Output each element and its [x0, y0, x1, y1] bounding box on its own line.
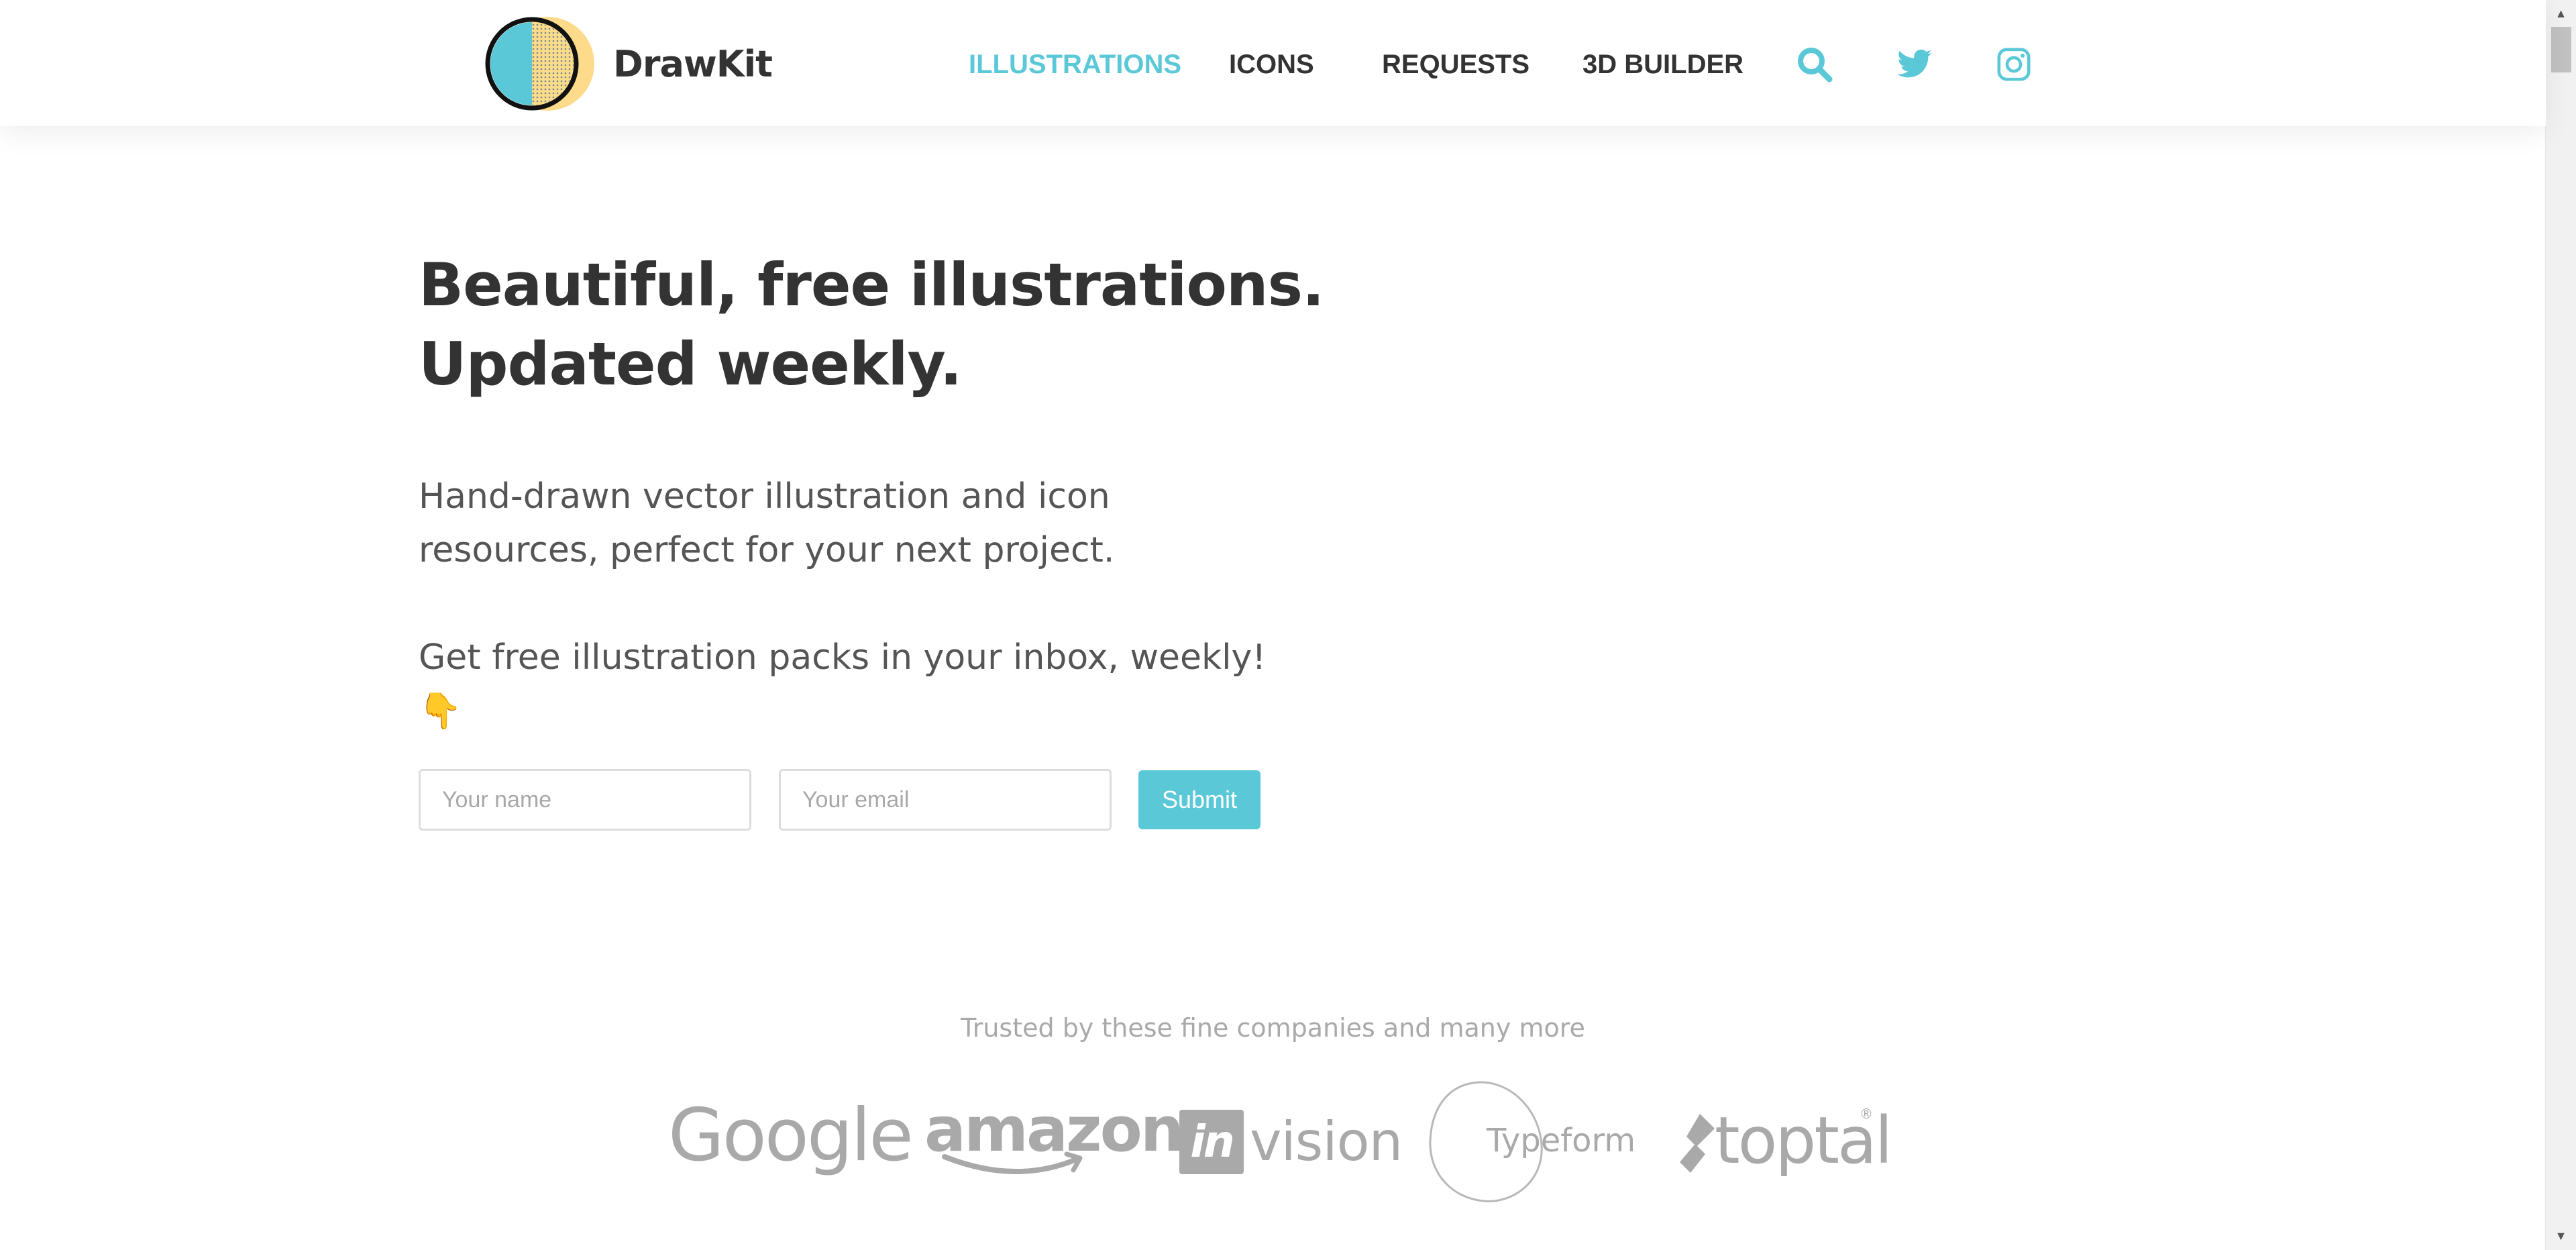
twitter-icon[interactable] — [1896, 46, 1933, 83]
typeform-wordmark: Typeform — [1487, 1122, 1636, 1159]
invision-logo: in vision — [1179, 1110, 1403, 1174]
hero-title: Beautiful, free illustrations. Updated w… — [419, 246, 1358, 404]
scroll-up-arrow-icon[interactable]: ▲ — [2546, 7, 2576, 21]
typeform-logo: Typeform — [1426, 1080, 1641, 1204]
nav-link-requests[interactable]: REQUESTS — [1382, 50, 1529, 80]
nav-link-illustrations[interactable]: ILLUSTRATIONS — [969, 50, 1181, 80]
nav-link-3d-builder[interactable]: 3D BUILDER — [1582, 50, 1743, 80]
invision-wordmark: vision — [1250, 1110, 1403, 1173]
hero-title-line: Updated weekly. — [419, 329, 962, 399]
newsletter-cta: Get free illustration packs in your inbo… — [419, 631, 1291, 738]
nav-item-3d-builder[interactable]: 3D BUILDER — [1582, 40, 1743, 89]
brand-name: DrawKit — [613, 42, 773, 85]
page-scrollbar[interactable]: ▲ ▼ — [2545, 0, 2576, 1250]
hero-subtitle-line: resources, perfect for your next project… — [419, 530, 1115, 570]
search-icon[interactable] — [1796, 46, 1833, 83]
toptal-mark-icon — [1680, 1114, 1715, 1173]
nav-link-icons[interactable]: ICONS — [1229, 50, 1314, 80]
amazon-smile-icon — [942, 1151, 1083, 1175]
nav-item-icons[interactable]: ICONS — [1229, 40, 1314, 89]
invision-badge: in — [1179, 1110, 1244, 1174]
site-header: DrawKit ILLUSTRATIONS ICONS REQUESTS 3D … — [0, 0, 2546, 126]
hero-title-line: Beautiful, free illustrations. — [419, 250, 1324, 319]
nav-item-requests[interactable]: REQUESTS — [1382, 40, 1529, 89]
instagram-icon[interactable] — [1995, 46, 2033, 83]
pointing-down-emoji-icon: 👇 — [419, 691, 462, 731]
registered-mark: ® — [1860, 1106, 1873, 1122]
hero-subtitle-line: Hand-drawn vector illustration and icon — [419, 476, 1110, 517]
hero-subtitle: Hand-drawn vector illustration and icon … — [419, 470, 1224, 577]
logo-link[interactable]: DrawKit — [483, 15, 773, 113]
email-input[interactable] — [779, 769, 1112, 831]
google-logo: Google — [668, 1094, 914, 1178]
name-input[interactable] — [419, 769, 751, 831]
scroll-thumb[interactable] — [2551, 27, 2571, 72]
scroll-down-arrow-icon[interactable]: ▼ — [2546, 1229, 2576, 1243]
nav-item-illustrations[interactable]: ILLUSTRATIONS — [969, 40, 1181, 89]
amazon-logo: amazon — [924, 1094, 1184, 1175]
drawkit-logo-icon — [485, 17, 594, 111]
newsletter-cta-line: Get free illustration packs in your inbo… — [419, 637, 1267, 678]
trusted-text: Trusted by these fine companies and many… — [961, 1013, 1585, 1043]
submit-button[interactable]: Submit — [1138, 770, 1260, 829]
